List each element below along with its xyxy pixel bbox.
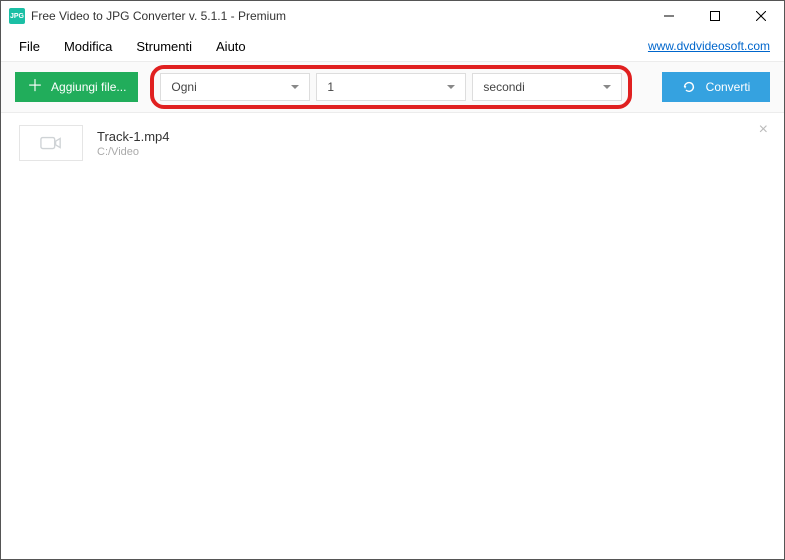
maximize-button[interactable] (692, 1, 738, 31)
add-file-label: Aggiungi file... (51, 80, 126, 94)
window-controls (646, 1, 784, 31)
extraction-settings-highlight: Ogni 1 secondi (150, 65, 632, 109)
window-title: Free Video to JPG Converter v. 5.1.1 - P… (31, 9, 286, 23)
menu-tools[interactable]: Strumenti (136, 39, 192, 54)
menubar: File Modifica Strumenti Aiuto www.dvdvid… (1, 31, 784, 61)
plus-icon: ＋ (27, 79, 43, 95)
chevron-down-icon (291, 85, 299, 89)
app-icon: JPG (9, 8, 25, 24)
file-meta: Track-1.mp4 C:/Video (97, 129, 169, 158)
file-list: Track-1.mp4 C:/Video × (1, 113, 784, 559)
toolbar: ＋ Aggiungi file... Ogni 1 secondi Conver… (1, 61, 784, 113)
add-file-button[interactable]: ＋ Aggiungi file... (15, 72, 138, 102)
titlebar: JPG Free Video to JPG Converter v. 5.1.1… (1, 1, 784, 31)
close-icon: × (759, 121, 768, 138)
minimize-button[interactable] (646, 1, 692, 31)
chevron-down-icon (603, 85, 611, 89)
remove-file-button[interactable]: × (759, 121, 768, 139)
convert-button[interactable]: Converti (662, 72, 770, 102)
mode-select[interactable]: Ogni (160, 73, 310, 101)
refresh-icon (682, 80, 696, 94)
mode-select-value: Ogni (171, 80, 196, 94)
unit-select-value: secondi (483, 80, 524, 94)
camera-icon (40, 135, 62, 151)
menu-file[interactable]: File (19, 39, 40, 54)
file-path: C:/Video (97, 146, 169, 158)
website-link[interactable]: www.dvdvideosoft.com (648, 39, 770, 53)
value-select[interactable]: 1 (316, 73, 466, 101)
video-thumbnail (19, 125, 83, 161)
menu-help[interactable]: Aiuto (216, 39, 246, 54)
close-button[interactable] (738, 1, 784, 31)
value-select-value: 1 (327, 80, 334, 94)
unit-select[interactable]: secondi (472, 73, 622, 101)
file-name: Track-1.mp4 (97, 129, 169, 144)
menu-edit[interactable]: Modifica (64, 39, 112, 54)
list-item[interactable]: Track-1.mp4 C:/Video × (1, 113, 784, 173)
convert-label: Converti (706, 80, 751, 94)
chevron-down-icon (447, 85, 455, 89)
